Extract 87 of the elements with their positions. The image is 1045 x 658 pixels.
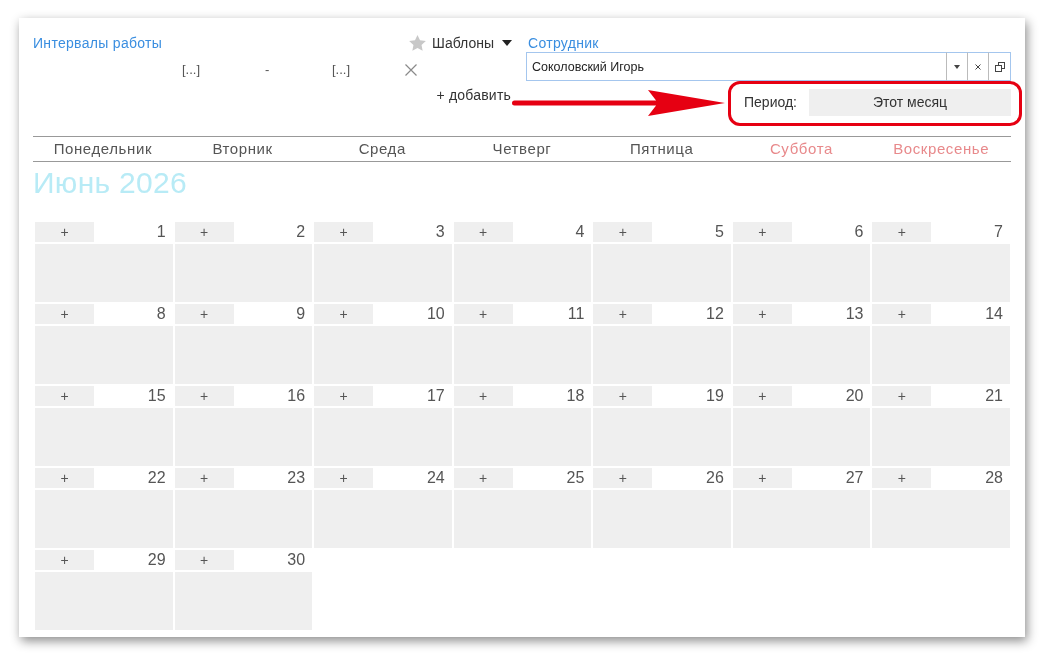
- arrow-icon: [512, 90, 725, 116]
- day-number: 19: [706, 386, 724, 406]
- day-number: 28: [985, 468, 1003, 488]
- start-time-link[interactable]: [...]: [182, 60, 265, 80]
- templates-button[interactable]: Шаблоны: [409, 32, 512, 54]
- day-number: 5: [714, 222, 724, 242]
- day-number: 9: [296, 304, 306, 324]
- add-entry-button[interactable]: +: [732, 468, 792, 488]
- weekday-label: Понедельник: [53, 138, 153, 159]
- add-entry-button[interactable]: +: [593, 304, 653, 324]
- day-number: 20: [845, 386, 864, 406]
- day-number: 16: [287, 386, 306, 406]
- add-entry-button[interactable]: +: [314, 304, 374, 324]
- day-number: 24: [426, 468, 445, 488]
- day-number: 18: [566, 386, 585, 406]
- day-number: 12: [706, 304, 724, 324]
- day-number: 2: [296, 222, 306, 242]
- add-entry-button[interactable]: +: [35, 304, 94, 324]
- add-entry-button[interactable]: +: [314, 468, 374, 488]
- period-button[interactable]: Этот месяц: [809, 89, 1011, 116]
- day-number: 13: [845, 304, 864, 324]
- weekday-label: Воскресенье: [893, 138, 990, 159]
- day-number: 3: [435, 222, 445, 242]
- add-entry-button[interactable]: +: [872, 222, 932, 242]
- day-number: 29: [147, 550, 166, 570]
- day-number: 27: [845, 468, 864, 488]
- add-entry-button[interactable]: +: [872, 304, 932, 324]
- caret-icon: [954, 64, 960, 69]
- day-number: 6: [854, 222, 864, 242]
- dropdown-button[interactable]: [946, 52, 967, 81]
- employee-field[interactable]: Соколовский Игорь: [526, 52, 946, 81]
- range-dash: -: [265, 61, 271, 79]
- add-entry-button[interactable]: +: [593, 386, 653, 406]
- add-entry-button[interactable]: +: [35, 222, 94, 242]
- add-entry-button[interactable]: +: [732, 222, 792, 242]
- open-window-icon: [994, 61, 1005, 72]
- add-entry-button[interactable]: +: [314, 222, 374, 242]
- day-number: 4: [575, 222, 585, 242]
- day-number: 17: [426, 386, 445, 406]
- add-entry-button[interactable]: +: [872, 468, 932, 488]
- add-entry-button[interactable]: +: [314, 386, 374, 406]
- add-entry-button[interactable]: +: [593, 468, 653, 488]
- add-entry-button[interactable]: +: [174, 222, 234, 242]
- intervals-link[interactable]: Интервалы работы: [33, 32, 163, 54]
- close-icon: [975, 63, 981, 70]
- close-icon[interactable]: [405, 63, 417, 76]
- day-number: 25: [566, 468, 585, 488]
- period-label: Период:: [744, 93, 798, 112]
- add-entry-button[interactable]: +: [174, 468, 234, 488]
- star-icon: [409, 35, 427, 51]
- add-entry-button[interactable]: +: [174, 304, 234, 324]
- add-entry-button[interactable]: +: [732, 304, 792, 324]
- add-entry-button[interactable]: +: [35, 550, 94, 570]
- add-entry-button[interactable]: +: [35, 468, 94, 488]
- weekday-label: Вторник: [212, 138, 273, 159]
- add-entry-button[interactable]: +: [453, 304, 513, 324]
- day-number: 1: [156, 222, 166, 242]
- day-number: 10: [426, 304, 445, 324]
- add-entry-button[interactable]: +: [732, 386, 792, 406]
- day-number: 8: [156, 304, 166, 324]
- day-number: 7: [994, 222, 1003, 242]
- end-time-link[interactable]: [...]: [332, 60, 405, 80]
- add-entry-button[interactable]: +: [593, 222, 653, 242]
- day-number: 21: [985, 386, 1003, 406]
- open-button[interactable]: [988, 52, 1011, 81]
- day-number: 14: [985, 304, 1003, 324]
- day-number: 23: [287, 468, 306, 488]
- add-entry-button[interactable]: +: [453, 386, 513, 406]
- day-number: 30: [287, 550, 306, 570]
- employee-label: Сотрудник: [527, 35, 599, 51]
- weekday-label: Среда: [358, 138, 406, 159]
- caret-icon: [502, 40, 512, 46]
- add-entry-button[interactable]: +: [174, 386, 234, 406]
- weekday-label: Четверг: [492, 138, 552, 159]
- weekday-label: Пятница: [629, 138, 694, 159]
- add-interval-link[interactable]: + добавить: [436, 85, 511, 106]
- month-title: Июнь 2026: [33, 166, 188, 200]
- weekday-label: Суббота: [769, 138, 833, 159]
- day-number: 15: [147, 386, 166, 406]
- day-number: 11: [567, 304, 585, 324]
- add-entry-button[interactable]: +: [174, 550, 234, 570]
- add-entry-button[interactable]: +: [872, 386, 932, 406]
- add-entry-button[interactable]: +: [453, 222, 513, 242]
- add-entry-button[interactable]: +: [453, 468, 513, 488]
- day-number: 26: [706, 468, 724, 488]
- day-number: 22: [147, 468, 166, 488]
- add-entry-button[interactable]: +: [35, 386, 94, 406]
